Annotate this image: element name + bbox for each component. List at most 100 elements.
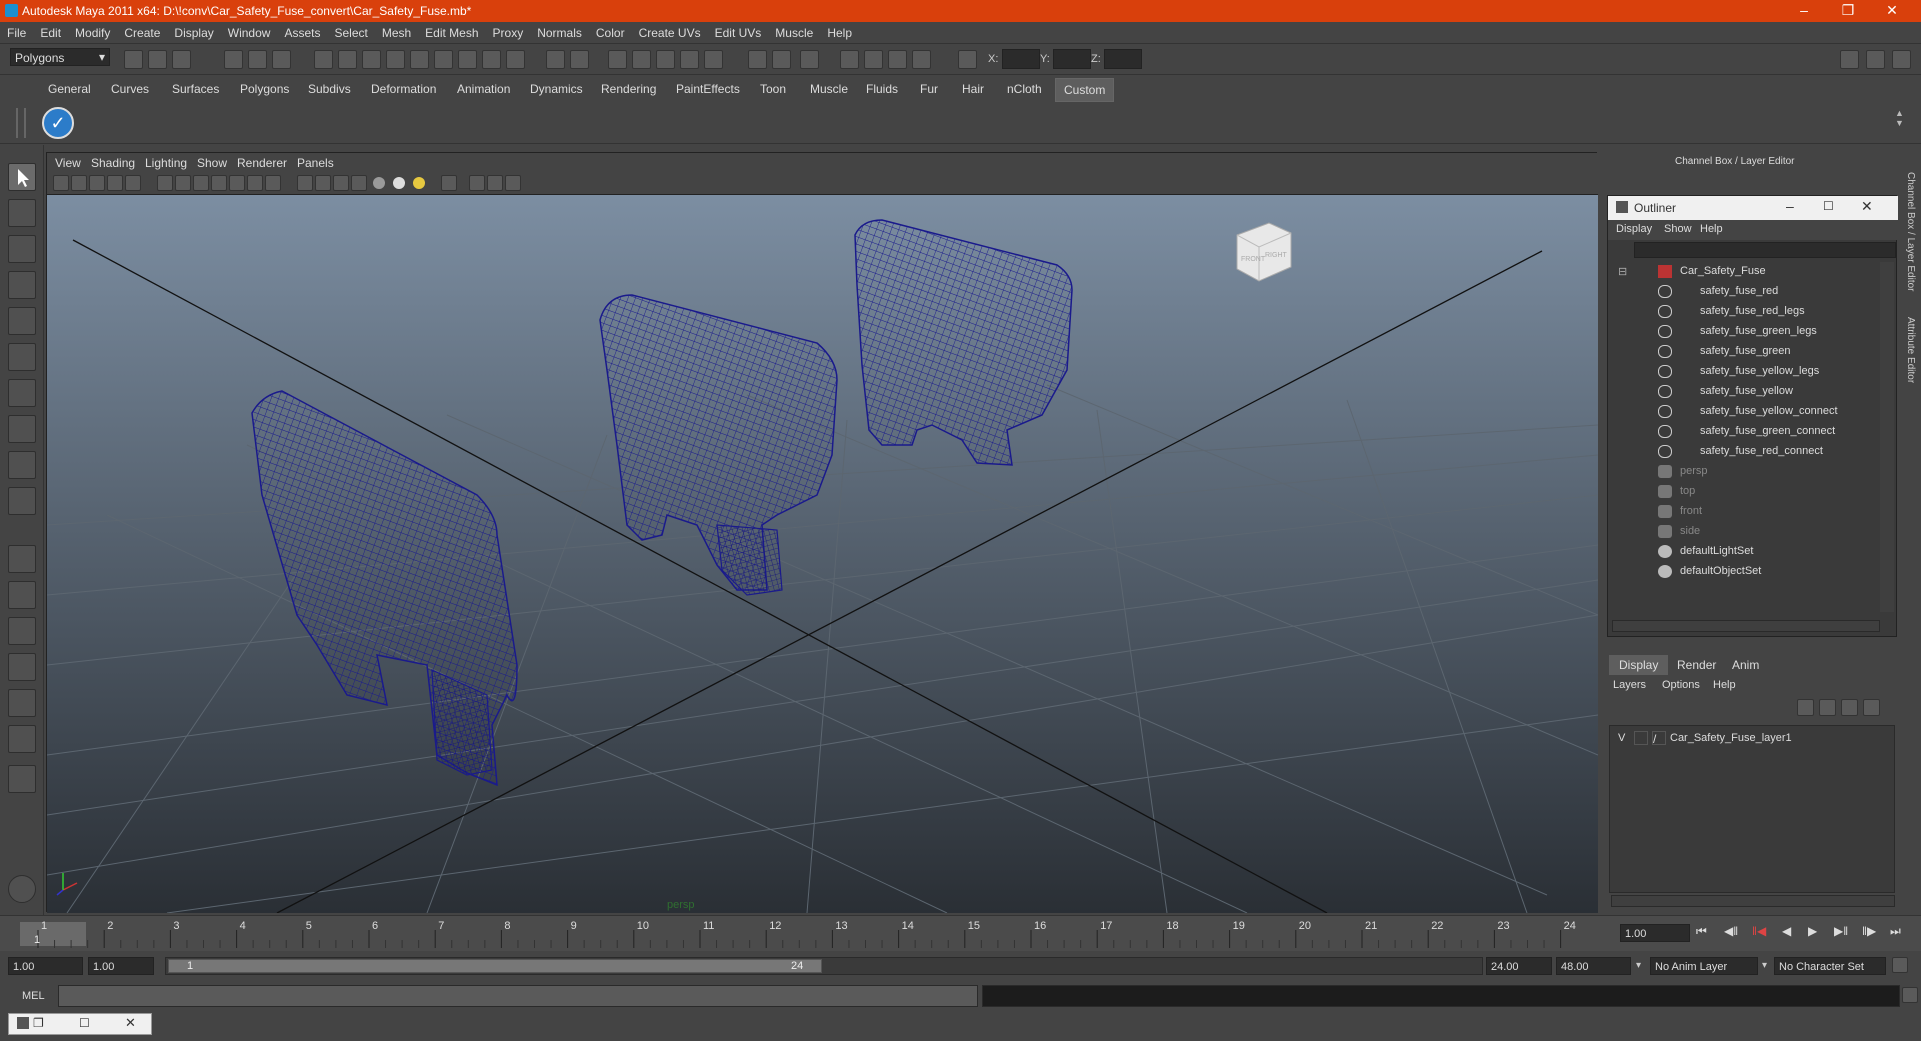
history-output-icon[interactable] xyxy=(772,50,791,69)
layout-more-icon[interactable] xyxy=(8,765,36,793)
soft-mod-icon[interactable] xyxy=(8,415,36,443)
pick-rendering-icon[interactable] xyxy=(458,50,477,69)
save-scene-icon[interactable] xyxy=(172,50,191,69)
layer-tab-anim[interactable]: Anim xyxy=(1722,655,1769,675)
outliner-item[interactable]: top xyxy=(1608,482,1878,502)
outliner-item[interactable]: safety_fuse_red_legs xyxy=(1608,302,1878,322)
smooth-shade-icon[interactable] xyxy=(315,175,331,191)
viewport-menu-shading[interactable]: Shading xyxy=(91,156,135,170)
shelf-tab-deformation[interactable]: Deformation xyxy=(371,82,436,96)
default-light-icon[interactable] xyxy=(373,177,385,189)
last-tool-icon[interactable] xyxy=(8,487,36,515)
shelf-tab-dynamics[interactable]: Dynamics xyxy=(530,82,583,96)
layer-menu-options[interactable]: Options xyxy=(1662,679,1700,691)
wire-on-shaded-icon[interactable] xyxy=(333,175,349,191)
range-slider-handle[interactable]: 1 24 xyxy=(168,959,822,973)
question-icon[interactable] xyxy=(506,50,525,69)
scale-tool-icon[interactable] xyxy=(8,343,36,371)
layout-outliner-persp-icon[interactable] xyxy=(8,617,36,645)
viewport-menu-panels[interactable]: Panels xyxy=(297,156,334,170)
shelf-scroll-icon[interactable]: ▲ ▼ xyxy=(1895,108,1909,138)
move-tool-icon[interactable] xyxy=(8,271,36,299)
shelf-tab-subdivs[interactable]: Subdivs xyxy=(308,82,351,96)
grease-pencil-icon[interactable] xyxy=(125,175,141,191)
step-forward-frame-icon[interactable]: ▶‖ xyxy=(1834,924,1848,938)
character-set-field[interactable]: No Character Set xyxy=(1774,957,1886,975)
layer-name[interactable]: Car_Safety_Fuse_layer1 xyxy=(1670,732,1792,744)
render-view-icon[interactable] xyxy=(840,50,859,69)
key-icon[interactable] xyxy=(1892,957,1908,973)
pick-curves-icon[interactable] xyxy=(362,50,381,69)
universal-manipulator-icon[interactable] xyxy=(8,379,36,407)
new-layer-icon[interactable] xyxy=(1841,699,1858,716)
go-to-end-icon[interactable]: ⏭ xyxy=(1890,924,1901,939)
film-gate-icon[interactable] xyxy=(193,175,209,191)
layer-menu-help[interactable]: Help xyxy=(1713,679,1736,691)
layer-visibility-toggle[interactable]: V xyxy=(1618,732,1625,744)
lasso-tool-icon[interactable] xyxy=(8,199,36,227)
outliner-item[interactable]: safety_fuse_red_connect xyxy=(1608,442,1878,462)
layer-color-swatch[interactable]: / xyxy=(1652,731,1666,746)
rotate-tool-icon[interactable] xyxy=(8,307,36,335)
show-manipulator-icon[interactable] xyxy=(8,451,36,479)
new-scene-icon[interactable] xyxy=(124,50,143,69)
attribute-editor-side-tab[interactable]: Attribute Editor xyxy=(1905,317,1916,397)
viewport-menu-view[interactable]: View xyxy=(55,156,81,170)
mask-icon[interactable] xyxy=(314,50,333,69)
menu-modify[interactable]: Modify xyxy=(68,22,117,40)
pick-joints-icon[interactable] xyxy=(338,50,357,69)
outliner-item[interactable]: safety_fuse_red xyxy=(1608,282,1878,302)
outliner-item[interactable]: defaultLightSet xyxy=(1608,542,1878,562)
pick-misc-icon[interactable] xyxy=(482,50,501,69)
grid-toggle-icon[interactable] xyxy=(175,175,191,191)
step-forward-key-icon[interactable]: ‖▶ xyxy=(1862,924,1876,938)
shelf-tab-fur[interactable]: Fur xyxy=(920,82,938,96)
shelf-tab-custom[interactable]: Custom xyxy=(1055,78,1115,102)
layer-type-toggle[interactable] xyxy=(1634,731,1648,745)
menu-muscle[interactable]: Muscle xyxy=(768,22,820,40)
minimize-button[interactable]: – xyxy=(1787,0,1821,22)
menu-assets[interactable]: Assets xyxy=(277,22,327,40)
menu-set-dropdown[interactable]: Polygons ▾ xyxy=(10,48,110,66)
layout-four-icon[interactable] xyxy=(8,581,36,609)
menu-edit-mesh[interactable]: Edit Mesh xyxy=(418,22,485,40)
play-forward-icon[interactable]: ▶ xyxy=(1808,924,1817,938)
outliner-item[interactable]: front xyxy=(1608,502,1878,522)
shelf-tab-ncloth[interactable]: nCloth xyxy=(1007,82,1042,96)
outliner-item[interactable]: safety_fuse_green_connect xyxy=(1608,422,1878,442)
restore-icon[interactable]: ❐ xyxy=(33,1016,44,1030)
outliner-close-button[interactable]: ✕ xyxy=(1861,198,1873,215)
viewport-menu-lighting[interactable]: Lighting xyxy=(145,156,187,170)
show-channel-box-icon[interactable] xyxy=(1892,50,1911,69)
xray-joints-icon[interactable] xyxy=(487,175,503,191)
render-current-icon[interactable] xyxy=(864,50,883,69)
animation-end-field[interactable]: 48.00 xyxy=(1556,957,1631,975)
layout-custom-icon[interactable] xyxy=(8,725,36,753)
playback-end-field[interactable]: 24.00 xyxy=(1486,957,1552,975)
outliner-item[interactable]: safety_fuse_green xyxy=(1608,342,1878,362)
render-settings-icon[interactable] xyxy=(912,50,931,69)
collapse-icon[interactable]: ⊟ xyxy=(1618,265,1627,278)
layer-move-down-icon[interactable] xyxy=(1819,699,1836,716)
shelf-tab-hair[interactable]: Hair xyxy=(962,82,984,96)
selected-lights-icon[interactable] xyxy=(413,177,425,189)
menu-normals[interactable]: Normals xyxy=(530,22,589,40)
current-frame-field[interactable]: 1.00 xyxy=(1620,924,1690,942)
menu-file[interactable]: File xyxy=(0,22,33,40)
outliner-item[interactable]: side xyxy=(1608,522,1878,542)
xray-icon[interactable] xyxy=(469,175,485,191)
layout-hypershade-icon[interactable] xyxy=(8,689,36,717)
minimized-window[interactable]: ❐ ☐ ✕ xyxy=(8,1013,152,1035)
shelf-menu-handle[interactable] xyxy=(16,108,26,138)
menu-edit-uvs[interactable]: Edit UVs xyxy=(708,22,769,40)
pick-deform-icon[interactable] xyxy=(410,50,429,69)
layer-tab-render[interactable]: Render xyxy=(1667,655,1726,675)
wireframe-mode-icon[interactable] xyxy=(297,175,313,191)
outliner-item-group[interactable]: ⊟ Car_Safety_Fuse xyxy=(1608,262,1878,282)
camera-attributes-icon[interactable] xyxy=(71,175,87,191)
help-line-icon[interactable] xyxy=(8,875,36,903)
menu-display[interactable]: Display xyxy=(167,22,220,40)
channel-box-side-tab[interactable]: Channel Box / Layer Editor xyxy=(1905,172,1916,302)
close-icon[interactable]: ✕ xyxy=(125,1015,136,1031)
outliner-maximize-button[interactable]: ☐ xyxy=(1823,199,1834,213)
